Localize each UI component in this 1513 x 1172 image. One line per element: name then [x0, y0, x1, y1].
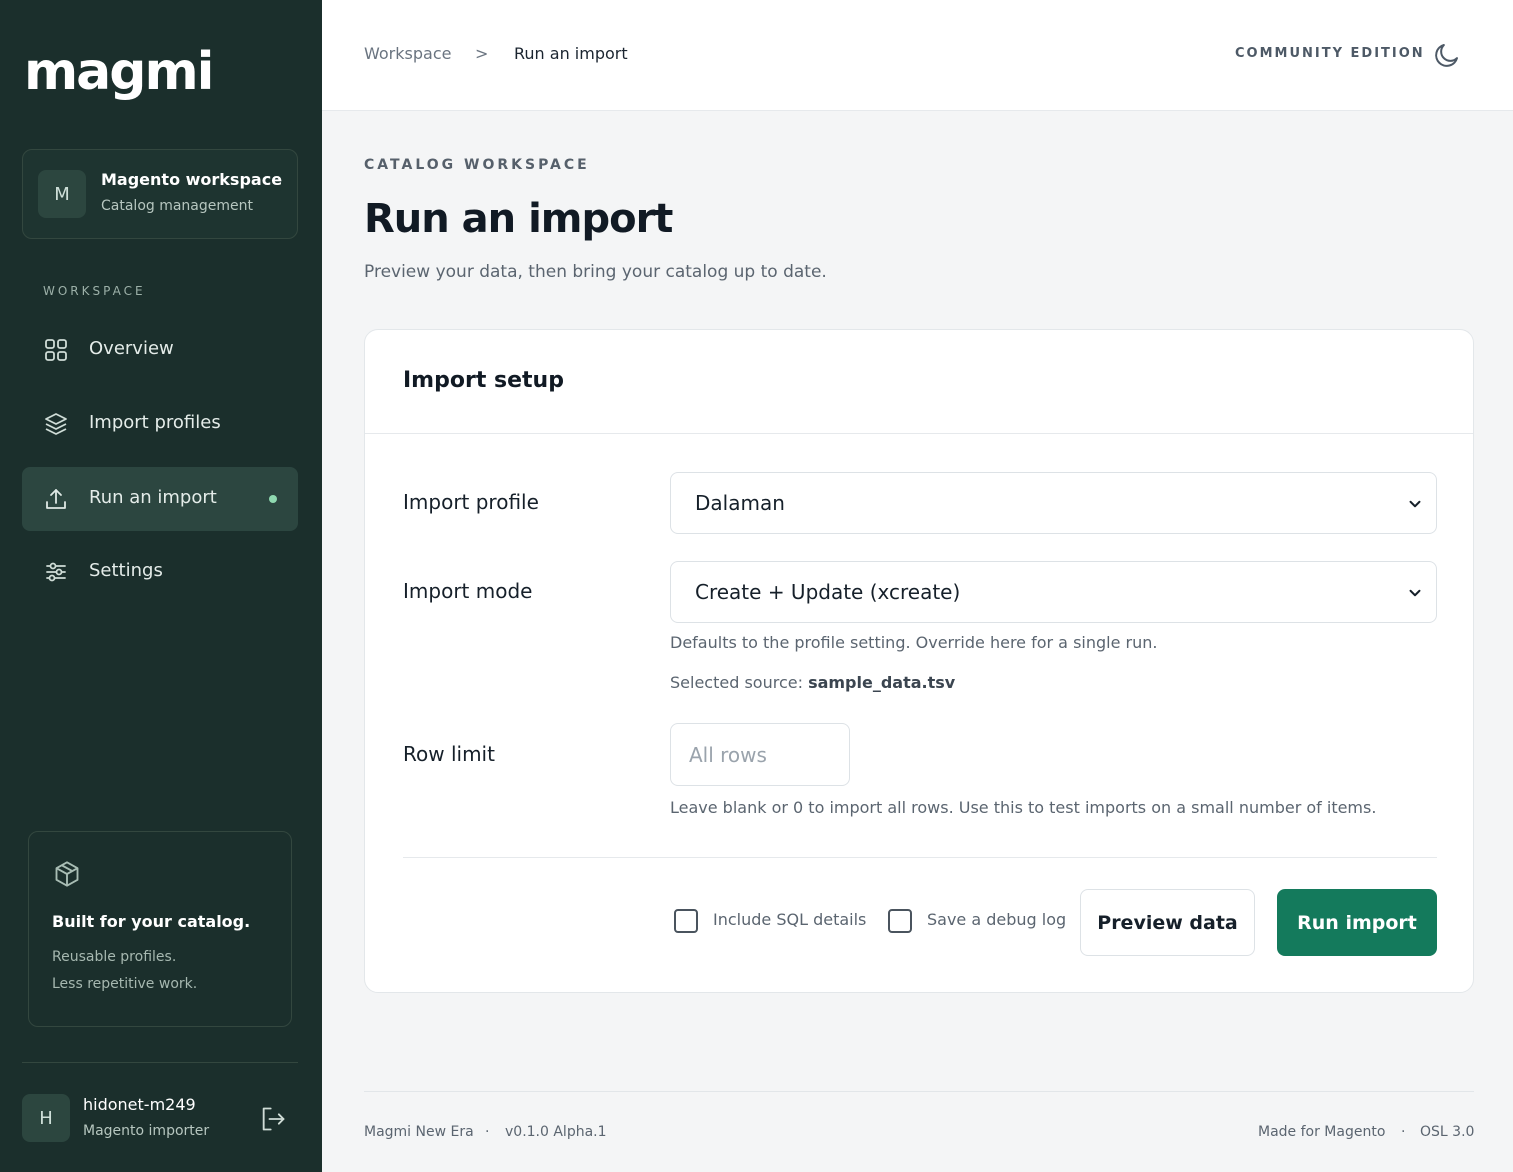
- footer-made-for: Made for Magento: [1258, 1124, 1386, 1140]
- edition-label: COMMUNITY EDITION: [1235, 46, 1425, 61]
- page-eyebrow: CATALOG WORKSPACE: [364, 157, 590, 173]
- active-indicator: [269, 495, 277, 503]
- import-mode-value: Create + Update (xcreate): [695, 580, 961, 604]
- sql-details-checkbox[interactable]: [674, 909, 698, 933]
- row-limit-hint: Leave blank or 0 to import all rows. Use…: [670, 798, 1377, 817]
- user-name: hidonet-m249: [83, 1095, 196, 1114]
- import-setup-card: Import setup Import profile Dalaman Impo…: [364, 329, 1474, 993]
- package-icon: [55, 861, 79, 887]
- footer-separator: ·: [485, 1124, 490, 1140]
- footer-license: OSL 3.0: [1420, 1124, 1475, 1140]
- selected-source: Selected source: sample_data.tsv: [670, 673, 955, 692]
- top-bar: Workspace > Run an import COMMUNITY EDIT…: [322, 0, 1513, 111]
- import-profile-label: Import profile: [403, 490, 539, 514]
- footer-product: Magmi New Era: [364, 1124, 474, 1140]
- sidebar-item-label: Settings: [89, 560, 163, 581]
- chevron-down-icon: [1409, 589, 1421, 597]
- footer-version: v0.1.0 Alpha.1: [505, 1124, 607, 1140]
- row-limit-label: Row limit: [403, 742, 495, 766]
- promo-card: Built for your catalog. Reusable profile…: [28, 831, 292, 1027]
- run-import-button[interactable]: Run import: [1277, 889, 1437, 956]
- selected-source-prefix: Selected source:: [670, 673, 809, 692]
- card-title: Import setup: [403, 368, 564, 393]
- sidebar-item-label: Import profiles: [89, 412, 221, 433]
- promo-title: Built for your catalog.: [52, 912, 251, 931]
- card-footer-divider: [403, 857, 1437, 858]
- footer-separator: ·: [1401, 1124, 1406, 1140]
- selected-source-file: sample_data.tsv: [808, 673, 956, 692]
- import-mode-select[interactable]: Create + Update (xcreate): [670, 561, 1437, 623]
- preview-data-button[interactable]: Preview data: [1080, 889, 1255, 956]
- sidebar-item-import-profiles[interactable]: Import profiles: [22, 392, 298, 456]
- sidebar-item-label: Overview: [89, 338, 174, 359]
- import-mode-hint: Defaults to the profile setting. Overrid…: [670, 633, 1158, 652]
- import-profile-value: Dalaman: [695, 491, 785, 515]
- grid-icon: [45, 339, 67, 361]
- footer-divider: [364, 1091, 1474, 1092]
- promo-line: Less repetitive work.: [52, 976, 198, 992]
- card-divider: [365, 433, 1473, 434]
- workspace-name: Magento workspace: [101, 170, 283, 189]
- page-subtitle: Preview your data, then bring your catal…: [364, 262, 827, 282]
- sidebar-item-run-import[interactable]: Run an import: [22, 467, 298, 531]
- sidebar-item-label: Run an import: [89, 487, 217, 508]
- workspace-switcher[interactable]: M Magento workspace Catalog management: [22, 149, 298, 239]
- breadcrumb-workspace[interactable]: Workspace: [364, 44, 451, 63]
- user-role: Magento importer: [83, 1123, 210, 1139]
- sidebar-divider: [22, 1062, 298, 1063]
- chevron-down-icon: [1409, 500, 1421, 508]
- upload-icon: [46, 489, 66, 509]
- layers-icon: [45, 413, 67, 435]
- import-profile-select[interactable]: Dalaman: [670, 472, 1437, 534]
- workspace-subtitle: Catalog management: [101, 198, 253, 214]
- workspace-avatar: M: [38, 170, 86, 218]
- breadcrumb-current: Run an import: [514, 44, 628, 63]
- sidebar-item-settings[interactable]: Settings: [22, 540, 298, 604]
- sidebar: magmi M Magento workspace Catalog manage…: [0, 0, 322, 1172]
- moon-icon[interactable]: [1432, 40, 1462, 70]
- nav-section-label: WORKSPACE: [43, 284, 146, 298]
- row-limit-input[interactable]: [670, 723, 850, 786]
- user-avatar[interactable]: H: [22, 1094, 70, 1142]
- sliders-icon: [46, 562, 66, 582]
- breadcrumb-separator: >: [475, 44, 489, 63]
- sidebar-item-overview[interactable]: Overview: [22, 318, 298, 382]
- sql-details-label[interactable]: Include SQL details: [713, 910, 866, 929]
- debug-log-checkbox[interactable]: [888, 909, 912, 933]
- debug-log-label[interactable]: Save a debug log: [927, 910, 1066, 929]
- import-mode-label: Import mode: [403, 579, 533, 603]
- page-title: Run an import: [364, 196, 673, 242]
- logout-icon[interactable]: [259, 1105, 287, 1133]
- app-logo[interactable]: magmi: [24, 40, 215, 104]
- promo-line: Reusable profiles.: [52, 949, 177, 965]
